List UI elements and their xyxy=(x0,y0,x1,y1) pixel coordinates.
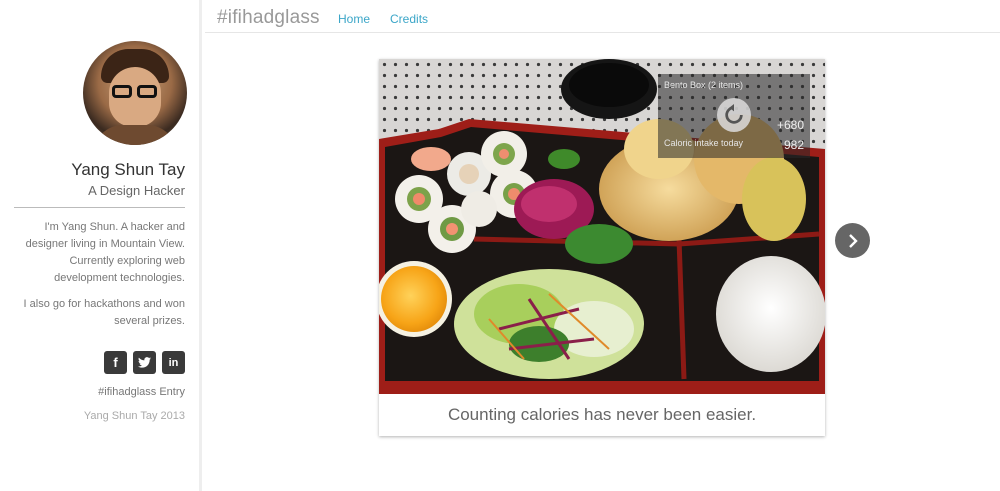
twitter-icon[interactable] xyxy=(133,351,156,374)
social-links: f in xyxy=(104,351,185,374)
site-brand[interactable]: #ifihadglass xyxy=(217,7,320,29)
sidebar: Yang Shun Tay A Design Hacker I'm Yang S… xyxy=(0,0,202,491)
copyright-text: Yang Shun Tay 2013 xyxy=(83,410,185,422)
avatar xyxy=(83,41,187,145)
nav-credits-link[interactable]: Credits xyxy=(390,12,428,26)
chevron-right-icon xyxy=(848,233,858,248)
bio-paragraph-1: I'm Yang Shun. A hacker and designer liv… xyxy=(25,221,185,284)
calorie-label: Caloric intake today xyxy=(664,138,744,148)
top-bar: #ifihadglass Home Credits xyxy=(205,0,1000,33)
slide-caption: Counting calories has never been easier. xyxy=(447,405,757,424)
main-nav: Home Credits xyxy=(338,12,428,26)
calories-added: +680 xyxy=(776,118,804,132)
profile-tagline: A Design Hacker xyxy=(88,183,185,198)
calorie-total: 982 xyxy=(783,138,804,152)
nav-home-link[interactable]: Home xyxy=(338,12,370,26)
entry-link[interactable]: #ifihadglass Entry xyxy=(98,386,185,398)
linkedin-icon[interactable]: in xyxy=(162,351,185,374)
divider xyxy=(14,207,185,208)
profile-name: Yang Shun Tay xyxy=(71,160,185,179)
next-slide-button[interactable] xyxy=(835,223,870,258)
refresh-icon[interactable] xyxy=(717,98,751,132)
facebook-icon[interactable]: f xyxy=(104,351,127,374)
bio-paragraph-2: I also go for hackathons and won several… xyxy=(23,298,185,327)
glass-food-title: Bento Box (2 items) xyxy=(664,80,744,90)
glass-overlay: Bento Box (2 items) +680 Caloric intake … xyxy=(658,74,810,158)
